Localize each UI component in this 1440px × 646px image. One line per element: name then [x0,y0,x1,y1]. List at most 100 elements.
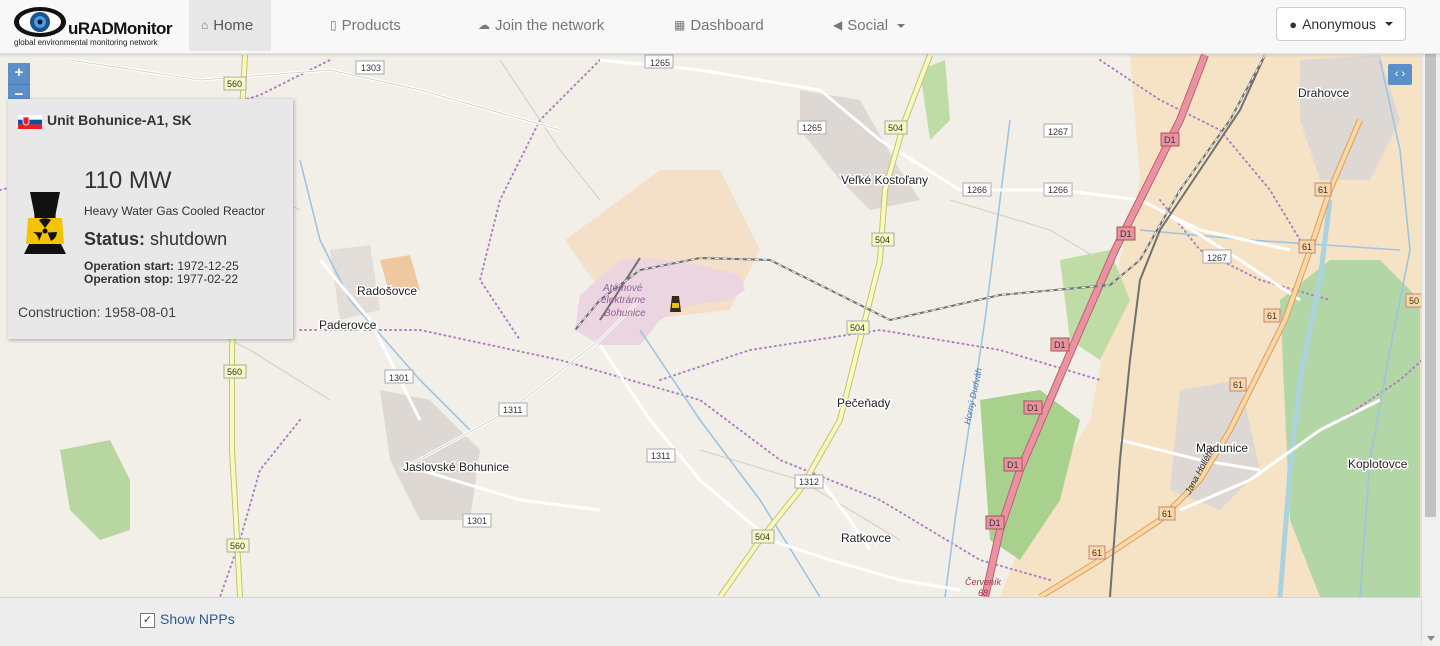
place-label: Drahovce [1298,86,1350,100]
road-shield: 61 [1233,380,1243,390]
grid-icon: ▦ [674,18,686,32]
scroll-down-icon[interactable] [1427,636,1435,641]
brand-logo[interactable]: uRADMonitor global environmental monitor… [12,3,173,49]
nav-join-label: Join the network [495,17,605,34]
nav-social-label: Social [847,17,889,34]
satellite-dish-icon: ☁ [478,18,490,32]
top-navbar: uRADMonitor global environmental monitor… [0,0,1440,54]
chevron-down-icon [897,23,906,28]
plant-label-line: elektrárne [601,295,646,306]
road-shield: D1 [989,518,1001,528]
road-shield: 1265 [802,123,822,133]
chevron-down-icon [1385,22,1393,26]
map-view[interactable]: 1303 560 1265 1265 504 1267 1266 1266 50… [0,53,1422,597]
place-label: Veľké Kostoľany [841,173,928,187]
road-shield: 560 [227,79,242,89]
place-label: Radošovce [357,284,417,298]
operation-start: Operation start: 1972-12-25 [84,259,239,273]
place-small-label: Červeník [965,577,1002,587]
user-menu-button[interactable]: ● Anonymous [1276,7,1406,41]
forest-area [60,440,130,540]
zoom-in-button[interactable]: + [8,63,30,85]
road-shield: D1 [1027,403,1039,413]
nav-products-label: Products [341,17,401,34]
road-shield: 504 [875,235,890,245]
nav-home[interactable]: ⌂ Home [189,0,271,51]
road-shield: 1267 [1207,253,1227,263]
panel-toggle-button[interactable]: ‹ › [1388,64,1412,85]
op-start-label: Operation start: [84,259,175,273]
place-label: Pečeňady [837,396,890,410]
stream-label: Horný Dudváh [962,367,984,425]
road-shield: 61 [1267,311,1277,321]
nav-dashboard-label: Dashboard [690,17,764,34]
road-shield: 1266 [967,185,987,195]
show-npps-checkbox[interactable]: ✓ [140,613,155,628]
plant-label-line: Atómové [602,283,643,294]
road-shield: 504 [850,323,865,333]
road-shield: 61 [1162,509,1172,519]
road-shield: 1267 [1048,127,1068,137]
brand-title: uRADMonitor [68,19,173,38]
nav-join[interactable]: ☁ Join the network [466,0,616,51]
road-shield: 61 [1092,548,1102,558]
megaphone-icon: ◀ [833,18,843,32]
construction-date: Construction: 1958-08-01 [18,304,176,320]
road-shield: 1311 [503,405,522,415]
home-icon: ⌂ [201,18,209,32]
slovakia-flag-icon [18,115,42,129]
road-shield: 504 [888,123,903,133]
road-shield: 1266 [1048,185,1068,195]
nav-dashboard[interactable]: ▦ Dashboard [662,0,776,51]
brand-subtitle: global environmental monitoring network [14,38,158,47]
place-label: Koplotovce [1348,457,1408,471]
place-label: Ratkovce [841,531,891,545]
plant-label: Atómové elektrárne Bohunice [601,283,646,319]
road-shield: 50 [1409,296,1419,306]
forest-area [1280,260,1420,597]
products-icon: ▯ [330,18,337,32]
road-shield: D1 [1007,460,1019,470]
nav-social[interactable]: ◀ Social [821,0,917,51]
page-scrollbar[interactable] [1421,0,1440,645]
road-shield: 560 [230,541,245,551]
road-shield: 1303 [361,63,381,73]
village-area [800,90,920,210]
nav-products[interactable]: ▯ Products [318,0,413,51]
plant-status: Status: shutdown [84,229,227,250]
road-shield: 1311 [651,451,670,461]
reactor-type: Heavy Water Gas Cooled Reactor [84,204,265,218]
road-shield: 1265 [650,58,670,68]
plant-label-line: Bohunice [604,308,646,319]
footer-bar: ✓ Show NPPs [0,597,1422,646]
road-shield: D1 [1120,229,1132,239]
plant-info-panel: Unit Bohunice-A1, SK 110 MW Heavy Water … [8,99,293,339]
op-start-value: 1972-12-25 [177,259,239,273]
road-shield: 1301 [389,373,409,383]
place-label: Paderovce [319,318,377,332]
road-shield: 560 [227,367,242,377]
place-small-label: 68 [978,588,988,597]
cooling-tower-radiation-icon [24,192,66,254]
road-shield: D1 [1164,135,1176,145]
road-shield: D1 [1054,340,1066,350]
road-shield: 1301 [467,516,487,526]
user-icon: ● [1289,16,1298,32]
road-shield: 504 [755,532,770,542]
plant-name: Unit Bohunice-A1, SK [47,112,192,128]
place-label: Jaslovské Bohunice [403,460,509,474]
road-shield: 61 [1302,242,1312,252]
user-label: Anonymous [1302,16,1376,32]
status-value: shutdown [150,229,228,249]
operation-stop: Operation stop: 1977-02-22 [84,272,238,286]
road-shield: 1312 [799,477,819,487]
show-npps-label[interactable]: Show NPPs [160,611,235,627]
op-stop-value: 1977-02-22 [176,272,239,286]
eye-logo-icon [14,7,66,37]
road-shield: 61 [1318,185,1328,195]
nav-home-label: Home [213,17,254,34]
status-label: Status: [84,229,146,249]
plant-power: 110 MW [84,167,172,194]
op-stop-label: Operation stop: [84,272,174,286]
scrollbar-thumb[interactable] [1425,17,1436,517]
